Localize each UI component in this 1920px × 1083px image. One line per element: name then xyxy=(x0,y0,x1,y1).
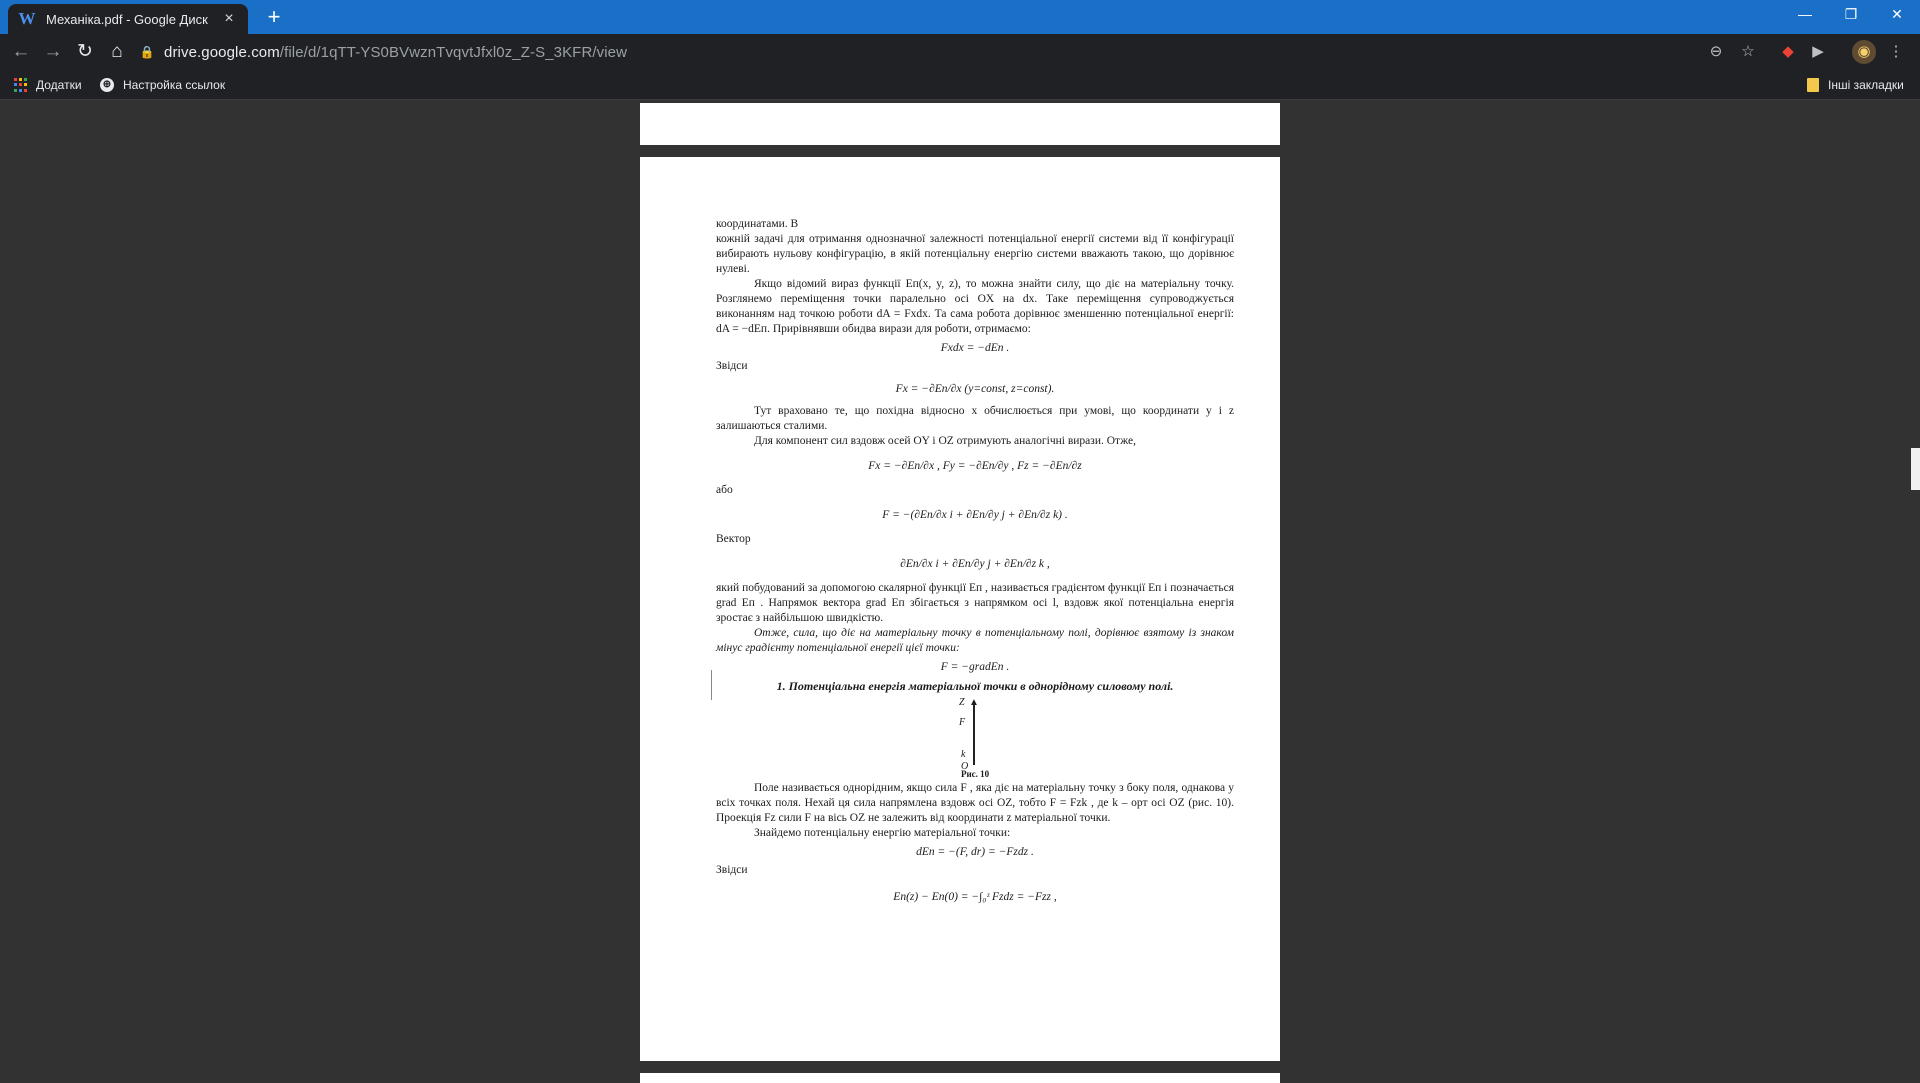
paragraph-italic: Отже, сила, що діє на матеріальну точку … xyxy=(716,627,1234,654)
browser-titlebar: W Механіка.pdf - Google Диск × + — ❐ ✕ xyxy=(0,0,1920,34)
apps-grid-icon xyxy=(14,78,28,92)
paragraph: Звідси xyxy=(716,360,748,372)
figure-label-z: Z xyxy=(959,697,965,708)
bookmark-apps[interactable]: Додатки xyxy=(14,75,82,95)
reload-icon[interactable]: ↻ xyxy=(70,38,100,66)
page-content: координатами. В кожній задачі для отрима… xyxy=(716,217,1234,916)
formula: ∂Eп/∂x i + ∂Eп/∂y j + ∂Eп/∂z k , xyxy=(900,558,1050,570)
zoom-icon[interactable]: ⊖ xyxy=(1704,40,1728,64)
forward-arrow-icon[interactable]: → xyxy=(38,38,68,66)
margin-change-bar xyxy=(711,670,712,700)
restore-button[interactable]: ❐ xyxy=(1828,0,1874,30)
close-icon[interactable]: × xyxy=(220,10,238,28)
close-window-button[interactable]: ✕ xyxy=(1874,0,1920,30)
paragraph: кожній задачі для отримання однозначної … xyxy=(716,233,1234,275)
formula: Fx = −∂Eп/∂x , Fy = −∂Eп/∂y , Fz = −∂Eп/… xyxy=(868,460,1082,472)
globe-icon: ⊕ xyxy=(100,78,114,92)
paragraph: Знайдемо потенціальну енергію матеріальн… xyxy=(754,827,1011,839)
menu-dots-icon[interactable]: ⋮ xyxy=(1884,40,1908,64)
bookmarks-bar: Додатки ⊕ Настройка ссылок Інші закладки xyxy=(0,70,1920,100)
extension-play-icon[interactable]: ▶ xyxy=(1806,40,1830,64)
address-bar[interactable]: 🔒 drive.google.com/file/d/1qTT-YS0BVwznT… xyxy=(138,38,1748,66)
section-heading: 1. Потенціальна енергія матеріальної точ… xyxy=(776,679,1174,693)
formula: Fx = −∂Eп/∂x (y=const, z=const). xyxy=(895,383,1055,395)
paragraph: Якщо відомий вираз функції Eп(x, y, z), … xyxy=(716,278,1234,335)
paragraph: Поле називається однорідним, якщо сила F… xyxy=(716,782,1234,824)
new-tab-button[interactable]: + xyxy=(260,6,288,30)
figure-caption: Рис. 10 xyxy=(961,769,990,779)
extension-icon[interactable]: ◆ xyxy=(1776,40,1800,64)
formula: Eп(z) − Eп(0) = −∫₀ᶻ Fzdz = −Fzz , xyxy=(893,891,1057,903)
figure-10: ▲ Z F k O Рис. 10 xyxy=(945,697,1005,781)
figure-label-k: k xyxy=(961,749,966,760)
url-text: drive.google.com/file/d/1qTT-YS0BVwznTvq… xyxy=(164,43,628,61)
paragraph: координатами. В xyxy=(716,218,799,230)
lock-icon: 🔒 xyxy=(139,45,155,59)
previous-page-fragment xyxy=(640,103,1280,145)
bookmark-label: Настройка ссылок xyxy=(123,78,226,92)
formula: Fxdx = −dEп . xyxy=(940,342,1010,354)
browser-tab[interactable]: W Механіка.pdf - Google Диск × xyxy=(8,4,248,34)
back-arrow-icon[interactable]: ← xyxy=(6,38,36,66)
pdf-page: координатами. В кожній задачі для отрима… xyxy=(640,157,1280,1061)
bookmark-other[interactable]: Інші закладки xyxy=(1807,75,1904,95)
formula: F = −(∂Eп/∂x i + ∂Eп/∂y j + ∂Eп/∂z k) . xyxy=(882,509,1068,521)
word-doc-icon: W xyxy=(18,9,36,28)
paragraph: Звідси xyxy=(716,864,748,876)
avatar[interactable]: ◉ xyxy=(1852,40,1876,64)
minimize-button[interactable]: — xyxy=(1782,0,1828,30)
scrollbar-thumb[interactable] xyxy=(1911,448,1920,490)
pdf-viewer[interactable]: координатами. В кожній задачі для отрима… xyxy=(0,101,1920,1083)
formula: dEп = −(F, dr) = −Fzdz . xyxy=(916,846,1034,858)
figure-axis xyxy=(973,703,975,765)
next-page-fragment xyxy=(640,1073,1280,1083)
bookmark-label: Інші закладки xyxy=(1828,78,1904,92)
paragraph: Тут враховано те, що похідна відносно x … xyxy=(716,405,1234,432)
browser-toolbar: ← → ↻ ⌂ 🔒 drive.google.com/file/d/1qTT-Y… xyxy=(0,34,1920,70)
folder-icon xyxy=(1807,78,1819,92)
figure-label-f: F xyxy=(959,717,966,728)
paragraph: або xyxy=(716,484,733,496)
bookmark-star-icon[interactable]: ☆ xyxy=(1736,40,1760,64)
formula: F = −gradEп . xyxy=(940,661,1010,673)
tab-title: Механіка.pdf - Google Диск xyxy=(46,11,208,27)
paragraph: Для компонент сил вздовж осей OY і OZ от… xyxy=(754,435,1136,447)
home-icon[interactable]: ⌂ xyxy=(102,38,132,66)
bookmark-label: Додатки xyxy=(36,78,82,92)
paragraph: Вектор xyxy=(716,533,751,545)
bookmark-link-settings[interactable]: ⊕ Настройка ссылок xyxy=(100,75,225,95)
paragraph: який побудований за допомогою скалярної … xyxy=(716,582,1234,624)
